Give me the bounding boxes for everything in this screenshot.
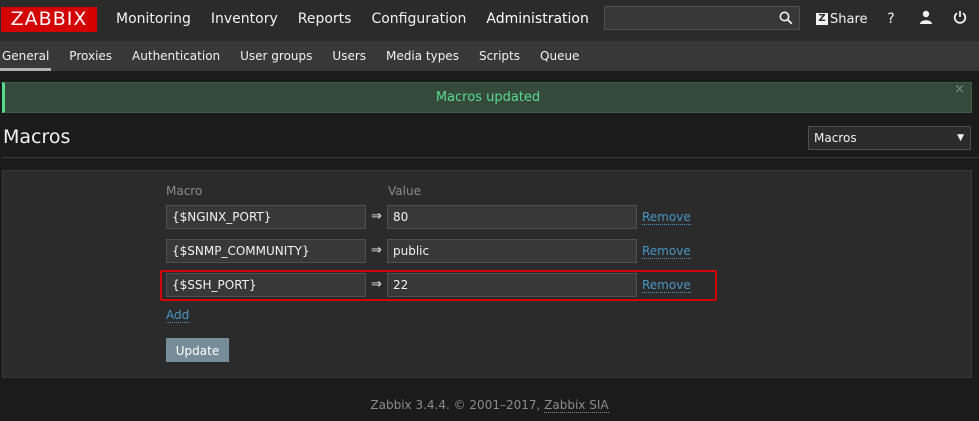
footer-zabbix-sia-link[interactable]: Zabbix SIA	[544, 398, 609, 413]
nav-monitoring[interactable]: Monitoring	[106, 0, 201, 41]
zabbix-share-icon: Z	[816, 13, 828, 25]
success-message: Macros updated ×	[2, 82, 972, 113]
subnav-user-groups[interactable]: User groups	[230, 41, 322, 71]
help-icon[interactable]: ?	[882, 10, 900, 28]
search-icon[interactable]	[779, 11, 793, 28]
subnav-users[interactable]: Users	[322, 41, 376, 71]
main-nav: Monitoring Inventory Reports Configurati…	[106, 0, 599, 41]
macro-name-input[interactable]: {$NGINX_PORT}	[166, 205, 366, 229]
arrow-icon: ⇒	[371, 243, 382, 258]
top-header: ZABBIX Monitoring Inventory Reports Conf…	[0, 0, 979, 41]
caret-down-icon: ▼	[957, 133, 964, 143]
close-icon[interactable]: ×	[954, 75, 965, 104]
macro-value-input[interactable]: 22	[387, 273, 637, 297]
subnav-general[interactable]: General	[0, 41, 59, 71]
header-divider	[2, 157, 979, 158]
sign-out-icon[interactable]	[951, 10, 969, 28]
macro-name-input[interactable]: {$SNMP_COMMUNITY}	[166, 239, 366, 263]
nav-configuration[interactable]: Configuration	[361, 0, 476, 41]
share-button[interactable]: Z Share	[816, 11, 868, 27]
share-label: Share	[830, 11, 868, 27]
remove-link[interactable]: Remove	[642, 244, 691, 259]
success-message-text: Macros updated	[435, 90, 541, 105]
nav-inventory[interactable]: Inventory	[201, 0, 288, 41]
remove-link[interactable]: Remove	[642, 278, 691, 293]
nav-administration[interactable]: Administration	[476, 0, 598, 41]
remove-link[interactable]: Remove	[642, 210, 691, 225]
subnav-scripts[interactable]: Scripts	[469, 41, 530, 71]
sub-nav: General Proxies Authentication User grou…	[0, 41, 979, 71]
macro-column-header: Macro	[166, 184, 203, 198]
subnav-proxies[interactable]: Proxies	[59, 41, 122, 71]
update-button[interactable]: Update	[166, 338, 229, 362]
footer-copyright: Zabbix 3.4.4. © 2001–2017,	[370, 398, 541, 412]
arrow-icon: ⇒	[371, 209, 382, 224]
macro-value-input[interactable]: 80	[387, 205, 637, 229]
zabbix-logo[interactable]: ZABBIX	[1, 7, 97, 32]
nav-reports[interactable]: Reports	[288, 0, 362, 41]
user-profile-icon[interactable]	[917, 10, 935, 28]
search-input[interactable]	[604, 6, 800, 30]
value-column-header: Value	[388, 184, 421, 198]
subnav-queue[interactable]: Queue	[530, 41, 589, 71]
page-title: Macros	[3, 126, 71, 148]
page-selector-value: Macros	[814, 131, 857, 145]
arrow-icon: ⇒	[371, 277, 382, 292]
footer: Zabbix 3.4.4. © 2001–2017, Zabbix SIA	[0, 398, 979, 413]
macro-name-input[interactable]: {$SSH_PORT}	[166, 273, 366, 297]
subnav-authentication[interactable]: Authentication	[122, 41, 230, 71]
subnav-media-types[interactable]: Media types	[376, 41, 469, 71]
macro-value-input[interactable]: public	[387, 239, 637, 263]
page-selector-dropdown[interactable]: Macros ▼	[808, 126, 971, 150]
add-macro-link[interactable]: Add	[166, 308, 190, 323]
